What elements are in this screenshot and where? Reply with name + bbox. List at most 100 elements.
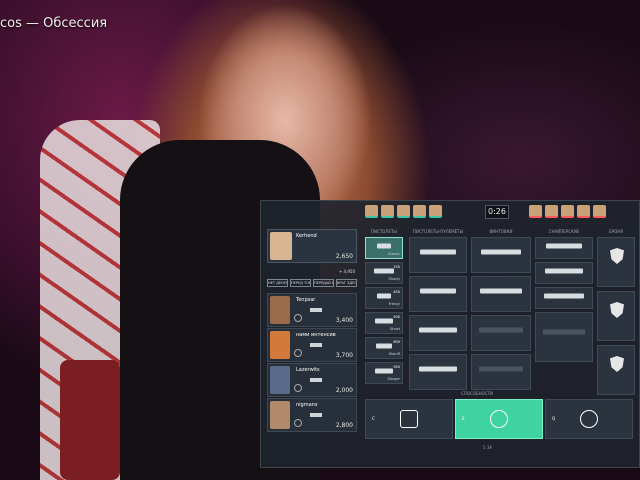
armor-slot[interactable]	[597, 291, 635, 341]
rifle-icon	[481, 249, 521, 255]
pistol-icon	[377, 243, 391, 249]
shield-icon	[294, 419, 302, 427]
shield-icon	[294, 349, 302, 357]
pistol-icon	[310, 308, 322, 312]
teammate-credits: 3,400	[335, 317, 353, 324]
rifles-column: ВИНТОВКИ	[471, 229, 531, 393]
weapon-slot[interactable]	[535, 262, 593, 284]
agent-icon	[397, 205, 410, 218]
ability-key: C	[372, 416, 375, 421]
weapon-name: Sheriff	[388, 352, 400, 356]
agent-portrait	[270, 331, 290, 359]
teammate-name: nigmans	[296, 402, 318, 408]
teammate-name: нами интенсив	[296, 332, 336, 338]
weapon-name: Stinger	[387, 377, 400, 381]
weapon-slot[interactable]	[409, 354, 467, 390]
ability-slot-e[interactable]: E	[455, 399, 543, 439]
agent-icon	[381, 205, 394, 218]
weapon-name: Classic	[387, 252, 400, 256]
sniper-icon	[545, 268, 583, 274]
weapon-slot[interactable]	[471, 315, 531, 351]
weapon-slot[interactable]: 500 Ghost	[365, 312, 403, 334]
player-card-self: Kerhend 2,650	[267, 229, 357, 263]
agent-portrait	[270, 366, 290, 394]
sniper-icon	[546, 243, 582, 249]
ability-slot-c[interactable]: C	[365, 399, 453, 439]
red-chair	[60, 360, 120, 480]
sidearms-column: ПИСТОЛЕТЫ Classic 150 Shorty 450 Frenzy …	[365, 229, 403, 387]
player-credits: 2,650	[335, 253, 353, 260]
scoreboard-topbar: 0:26	[357, 205, 640, 221]
agent-icon	[413, 205, 426, 218]
column-header: БРОНЯ	[608, 229, 624, 234]
shotgun-icon	[419, 327, 457, 333]
weapon-price: 150	[393, 265, 400, 269]
comms-button[interactable]: ПЕРЕД ТОБОЙ ВРАГ	[290, 279, 311, 287]
teammate-card[interactable]: Lazerwits 2,000	[267, 363, 357, 397]
column-header: ПИСТОЛЕТЫ-ПУЛЕМЁТЫ	[412, 229, 464, 234]
sniper-icon	[544, 293, 584, 299]
teammate-credits: 2,800	[335, 422, 353, 429]
column-header: ВИНТОВКИ	[489, 229, 513, 234]
teammate-name: Tenpsar	[296, 297, 316, 303]
weapon-slot[interactable]: 150 Shorty	[365, 262, 403, 284]
weapon-slot[interactable]	[409, 315, 467, 351]
agent-icon	[545, 205, 558, 218]
player-name: Kerhend	[296, 233, 317, 239]
agent-portrait	[270, 232, 292, 260]
teammate-card[interactable]: нами интенсив 3,700	[267, 328, 357, 362]
weapon-slot[interactable]	[471, 354, 531, 390]
ability-key: Q	[552, 416, 556, 421]
teammate-credits: 3,700	[335, 352, 353, 359]
weapon-slot[interactable]	[409, 237, 467, 273]
weapon-slot[interactable]	[535, 287, 593, 309]
armor-slot[interactable]	[597, 237, 635, 287]
comms-button[interactable]: НЕТ ДЕНЕГ	[267, 279, 288, 287]
weapon-slot[interactable]	[471, 276, 531, 312]
pistol-icon	[310, 343, 322, 347]
machine-gun-icon	[479, 366, 523, 372]
footer-label: 5 ЗА	[483, 445, 493, 450]
weapon-slot[interactable]: 800 Sheriff	[365, 337, 403, 359]
agent-portrait	[270, 296, 290, 324]
ability-key: E	[462, 416, 465, 421]
pistol-icon	[310, 413, 322, 417]
weapon-slot[interactable]: Classic	[365, 237, 403, 259]
shield-icon	[294, 384, 302, 392]
shield-icon	[294, 314, 302, 322]
weapon-slot[interactable]	[535, 237, 593, 259]
shield-icon	[610, 248, 624, 264]
comms-button[interactable]: ПЕРЕДАЙ ЕЩЕ	[313, 279, 334, 287]
weapon-name: Ghost	[389, 327, 400, 331]
shield-icon	[610, 356, 624, 372]
rifle-icon	[480, 288, 522, 294]
comms-button[interactable]: ВРАГ ЗДЕСЬ	[336, 279, 357, 287]
ability-slot-q[interactable]: Q	[545, 399, 633, 439]
weapon-slot[interactable]: 450 Frenzy	[365, 287, 403, 309]
loadout-info-value: + 4,950	[338, 269, 355, 274]
weapon-slot[interactable]	[471, 237, 531, 273]
armor-column: БРОНЯ	[597, 229, 635, 399]
weapon-slot[interactable]	[535, 312, 593, 362]
agent-icon	[577, 205, 590, 218]
smg-icon	[420, 249, 456, 255]
pistol-icon	[310, 378, 322, 382]
armor-slot[interactable]	[597, 345, 635, 395]
weapon-price: 450	[393, 290, 400, 294]
agent-icon	[561, 205, 574, 218]
agent-portrait	[270, 401, 290, 429]
ability-icon	[580, 410, 598, 428]
teammate-name: Lazerwits	[296, 367, 320, 373]
loadout-info: + 4,950	[267, 267, 357, 277]
comms-buttons: НЕТ ДЕНЕГ ПЕРЕД ТОБОЙ ВРАГ ПЕРЕДАЙ ЕЩЕ В…	[267, 279, 357, 287]
machine-gun-icon	[479, 327, 523, 333]
teammate-card[interactable]: nigmans 2,800	[267, 398, 357, 432]
teammate-card[interactable]: Tenpsar 3,400	[267, 293, 357, 327]
weapon-name: Frenzy	[388, 302, 400, 306]
pistol-icon	[377, 293, 391, 299]
buy-menu: 0:26 Kerhend 2,650 + 4,950 НЕТ ДЕНЕГ ПЕР…	[260, 200, 640, 468]
weapon-slot[interactable]: 950 Stinger	[365, 362, 403, 384]
agent-icon	[429, 205, 442, 218]
weapon-slot[interactable]	[409, 276, 467, 312]
team-list: Kerhend 2,650 + 4,950 НЕТ ДЕНЕГ ПЕРЕД ТО…	[267, 229, 357, 433]
